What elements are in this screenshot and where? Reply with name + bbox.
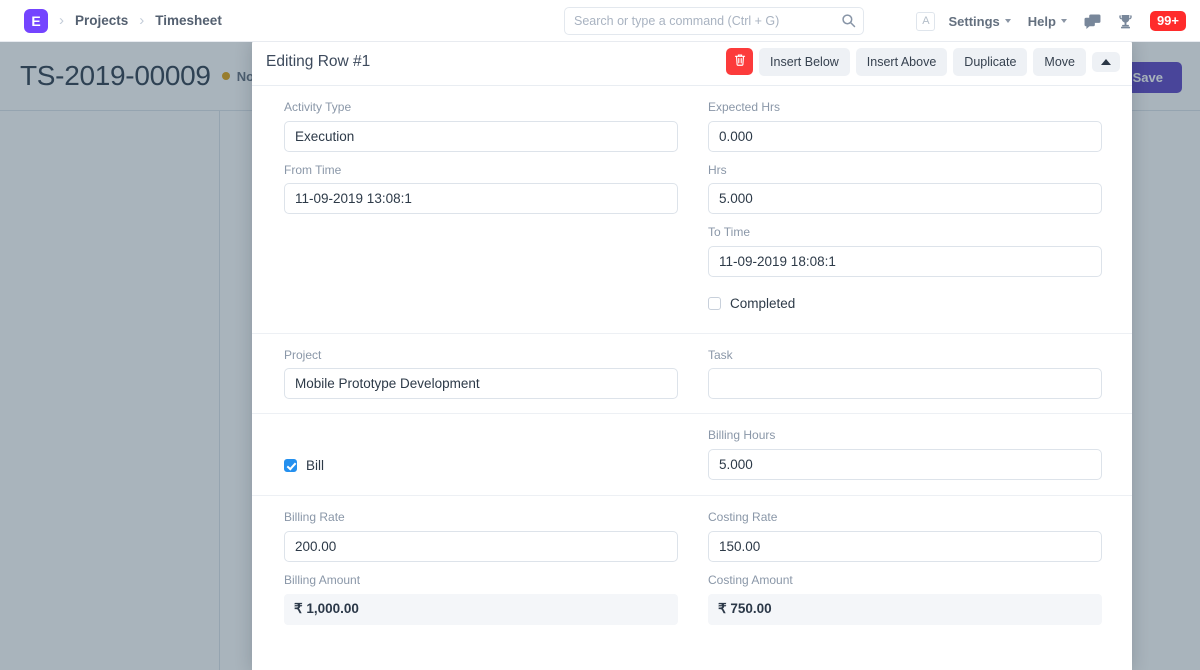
costing-rate-input[interactable] xyxy=(708,531,1102,562)
field-costing-amount: Costing Amount ₹ 750.00 xyxy=(708,573,1102,625)
billing-right-column: Billing Hours xyxy=(708,428,1102,481)
billing-rate-label: Billing Rate xyxy=(284,510,678,526)
section-billing: Bill Billing Hours xyxy=(252,414,1132,496)
settings-menu-label: Settings xyxy=(948,14,999,29)
field-to-time: To Time xyxy=(708,225,1102,277)
breadcrumb-projects[interactable]: Projects xyxy=(75,13,128,28)
field-billing-rate: Billing Rate xyxy=(284,510,678,562)
avatar[interactable]: A xyxy=(916,12,935,31)
section-project: Project Task xyxy=(252,334,1132,415)
modal-body: Activity Type From Time Expected Hrs Hrs xyxy=(252,86,1132,670)
notification-badge[interactable]: 99+ xyxy=(1150,11,1186,32)
modal-title: Editing Row #1 xyxy=(266,53,726,71)
collapse-modal-button[interactable] xyxy=(1092,52,1120,72)
completed-checkbox[interactable] xyxy=(708,297,721,310)
project-label: Project xyxy=(284,348,678,364)
from-time-label: From Time xyxy=(284,163,678,179)
bill-checkbox[interactable] xyxy=(284,459,297,472)
task-label: Task xyxy=(708,348,1102,364)
costing-amount-label: Costing Amount xyxy=(708,573,1102,589)
billing-amount-label: Billing Amount xyxy=(284,573,678,589)
costing-amount-value: ₹ 750.00 xyxy=(708,594,1102,625)
billing-hours-label: Billing Hours xyxy=(708,428,1102,444)
field-project: Project xyxy=(284,348,678,400)
settings-menu[interactable]: Settings xyxy=(948,14,1010,29)
breadcrumb-separator-icon: › xyxy=(48,12,75,29)
rates-right-column: Costing Rate Costing Amount ₹ 750.00 xyxy=(708,510,1102,624)
hrs-input[interactable] xyxy=(708,183,1102,214)
billing-left-column: Bill xyxy=(284,428,678,481)
chevron-up-icon xyxy=(1101,59,1111,65)
field-billing-hours: Billing Hours xyxy=(708,428,1102,480)
field-activity-type: Activity Type xyxy=(284,100,678,152)
field-from-time: From Time xyxy=(284,163,678,215)
app-logo-icon[interactable]: E xyxy=(24,9,48,33)
breadcrumb-separator-icon: › xyxy=(128,12,155,29)
project-left-column: Project xyxy=(284,348,678,400)
to-time-label: To Time xyxy=(708,225,1102,241)
timing-right-column: Expected Hrs Hrs To Time Completed xyxy=(708,100,1102,319)
to-time-input[interactable] xyxy=(708,246,1102,277)
trash-icon xyxy=(733,53,747,70)
section-timing: Activity Type From Time Expected Hrs Hrs xyxy=(252,86,1132,334)
expected-hrs-input[interactable] xyxy=(708,121,1102,152)
move-button[interactable]: Move xyxy=(1033,48,1086,76)
rates-left-column: Billing Rate Billing Amount ₹ 1,000.00 xyxy=(284,510,678,624)
section-rates: Billing Rate Billing Amount ₹ 1,000.00 C… xyxy=(252,496,1132,638)
completed-label: Completed xyxy=(730,296,795,311)
insert-below-button[interactable]: Insert Below xyxy=(759,48,850,76)
costing-rate-label: Costing Rate xyxy=(708,510,1102,526)
search-input[interactable] xyxy=(564,7,864,35)
field-bill[interactable]: Bill xyxy=(284,450,678,481)
breadcrumb: E › Projects › Timesheet xyxy=(0,9,222,33)
duplicate-button[interactable]: Duplicate xyxy=(953,48,1027,76)
billing-hours-input[interactable] xyxy=(708,449,1102,480)
modal-toolbar: Insert Below Insert Above Duplicate Move xyxy=(726,48,1120,76)
chevron-down-icon xyxy=(1061,19,1067,23)
activity-type-label: Activity Type xyxy=(284,100,678,116)
from-time-input[interactable] xyxy=(284,183,678,214)
chevron-down-icon xyxy=(1005,19,1011,23)
billing-rate-input[interactable] xyxy=(284,531,678,562)
field-completed[interactable]: Completed xyxy=(708,288,1102,319)
breadcrumb-timesheet[interactable]: Timesheet xyxy=(155,13,222,28)
timing-left-column: Activity Type From Time xyxy=(284,100,678,319)
project-right-column: Task xyxy=(708,348,1102,400)
navbar-actions: A Settings Help 99+ xyxy=(916,0,1186,42)
edit-row-modal: Editing Row #1 Insert Below Insert Above… xyxy=(252,38,1132,670)
expected-hrs-label: Expected Hrs xyxy=(708,100,1102,116)
navbar: E › Projects › Timesheet A Settings Help xyxy=(0,0,1200,42)
field-task: Task xyxy=(708,348,1102,400)
activity-type-input[interactable] xyxy=(284,121,678,152)
delete-row-button[interactable] xyxy=(726,48,753,75)
insert-above-button[interactable]: Insert Above xyxy=(856,48,948,76)
project-input[interactable] xyxy=(284,368,678,399)
bill-label: Bill xyxy=(306,458,324,473)
field-costing-rate: Costing Rate xyxy=(708,510,1102,562)
global-search xyxy=(564,7,864,35)
field-hrs: Hrs xyxy=(708,163,1102,215)
billing-amount-value: ₹ 1,000.00 xyxy=(284,594,678,625)
search-icon[interactable] xyxy=(841,13,856,28)
field-billing-amount: Billing Amount ₹ 1,000.00 xyxy=(284,573,678,625)
modal-header: Editing Row #1 Insert Below Insert Above… xyxy=(252,38,1132,86)
chat-icon[interactable] xyxy=(1084,14,1101,29)
hrs-label: Hrs xyxy=(708,163,1102,179)
trophy-icon[interactable] xyxy=(1118,14,1133,29)
help-menu[interactable]: Help xyxy=(1028,14,1067,29)
field-expected-hrs: Expected Hrs xyxy=(708,100,1102,152)
help-menu-label: Help xyxy=(1028,14,1056,29)
task-input[interactable] xyxy=(708,368,1102,399)
